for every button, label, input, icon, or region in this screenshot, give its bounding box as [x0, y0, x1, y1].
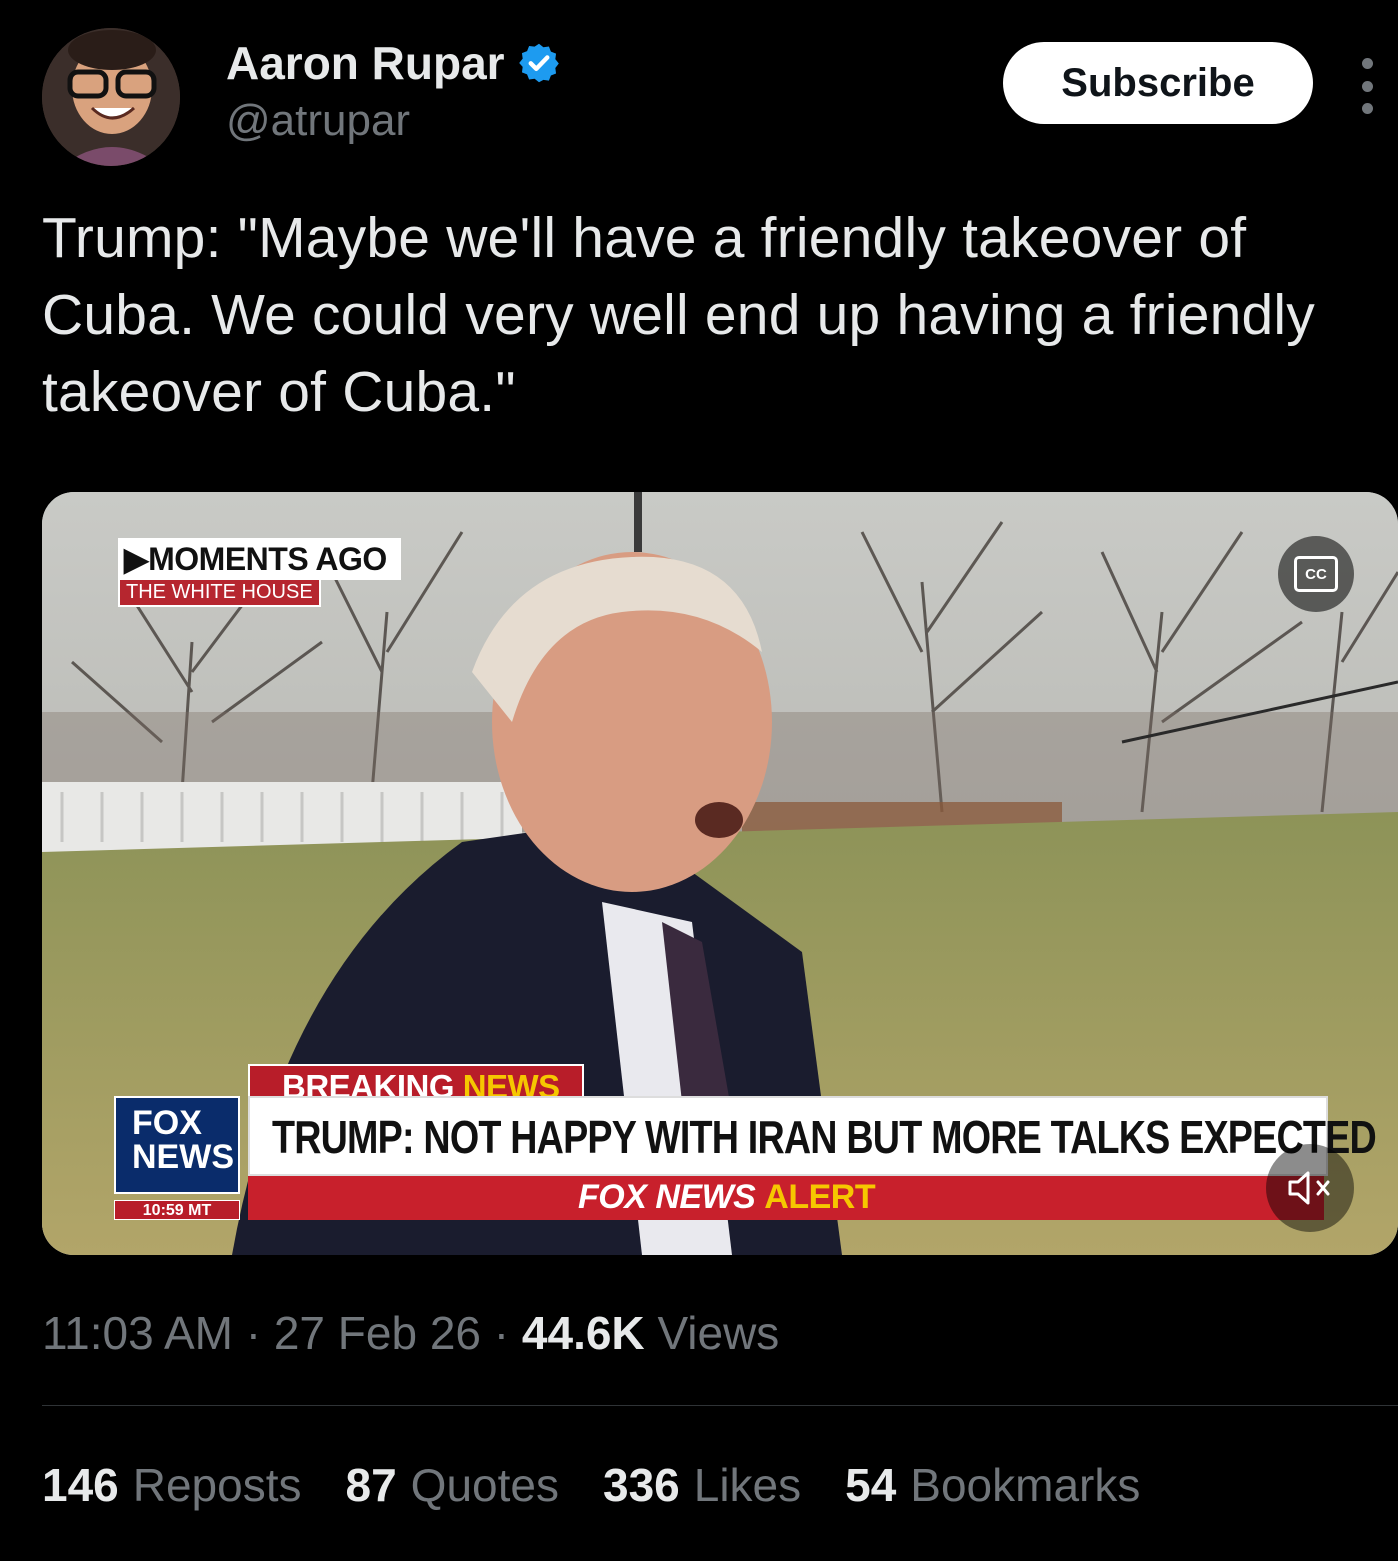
quotes-label: Quotes [410, 1459, 559, 1511]
subscribe-button[interactable]: Subscribe [1003, 42, 1313, 124]
avatar[interactable] [42, 28, 180, 166]
meta-separator: · [245, 1307, 274, 1359]
author-name-row[interactable]: Aaron Rupar [226, 36, 561, 90]
logo-line-2: NEWS [132, 1138, 234, 1176]
video-player[interactable]: ▶MOMENTS AGO THE WHITE HOUSE CC BREAKING… [42, 492, 1398, 1255]
bookmarks-stat[interactable]: 54 Bookmarks [845, 1458, 1140, 1512]
quotes-count: 87 [345, 1459, 397, 1511]
bookmarks-label: Bookmarks [910, 1459, 1141, 1511]
moments-ago-label: ▶MOMENTS AGO [118, 538, 401, 580]
fox-news-logo: FOX NEWS [114, 1096, 240, 1194]
verified-badge-icon [518, 43, 559, 83]
alert-bar: FOX NEWS ALERT [248, 1176, 1324, 1220]
reposts-stat[interactable]: 146 Reposts [42, 1458, 302, 1512]
bookmarks-count: 54 [845, 1459, 897, 1511]
network-time: 10:59 MT [114, 1200, 240, 1220]
more-options-icon[interactable] [1352, 58, 1382, 114]
tweet-meta: 11:03 AM · 27 Feb 26 · 44.6K Views [42, 1306, 779, 1360]
headline-bar: TRUMP: NOT HAPPY WITH IRAN BUT MORE TALK… [248, 1096, 1377, 1176]
reposts-count: 146 [42, 1459, 119, 1511]
chyron-headline: TRUMP: NOT HAPPY WITH IRAN BUT MORE TALK… [272, 1111, 1377, 1163]
alert-label-part2: ALERT [764, 1178, 876, 1216]
tweet-time[interactable]: 11:03 AM [42, 1307, 233, 1359]
location-label: THE WHITE HOUSE [118, 578, 321, 607]
muted-speaker-icon [1288, 1171, 1330, 1205]
alert-label-part1: FOX NEWS [578, 1178, 765, 1216]
engagement-stats: 146 Reposts 87 Quotes 336 Likes 54 Bookmarks [42, 1458, 1140, 1512]
likes-count: 336 [602, 1459, 680, 1511]
likes-label: Likes [693, 1459, 802, 1511]
tweet-text: Trump: "Maybe we'll have a friendly take… [42, 206, 1315, 424]
meta-separator: · [493, 1307, 522, 1359]
quotes-stat[interactable]: 87 Quotes [346, 1458, 559, 1512]
divider [42, 1405, 1398, 1406]
likes-stat[interactable]: 336 Likes [603, 1458, 801, 1512]
reposts-label: Reposts [132, 1459, 302, 1511]
logo-line-1: FOX [132, 1104, 202, 1142]
avatar-image [42, 28, 180, 166]
captions-icon: CC [1294, 556, 1338, 592]
captions-button[interactable]: CC [1278, 536, 1354, 612]
author-name[interactable]: Aaron Rupar [226, 36, 505, 90]
author-handle[interactable]: @atrupar [226, 96, 410, 146]
fox-news-alert-label: FOX NEWS ALERT [578, 1178, 876, 1217]
views-label: Views [657, 1307, 780, 1359]
mute-button[interactable] [1266, 1144, 1354, 1232]
tweet-date[interactable]: 27 Feb 26 [274, 1307, 481, 1359]
views-count: 44.6K [521, 1307, 645, 1359]
